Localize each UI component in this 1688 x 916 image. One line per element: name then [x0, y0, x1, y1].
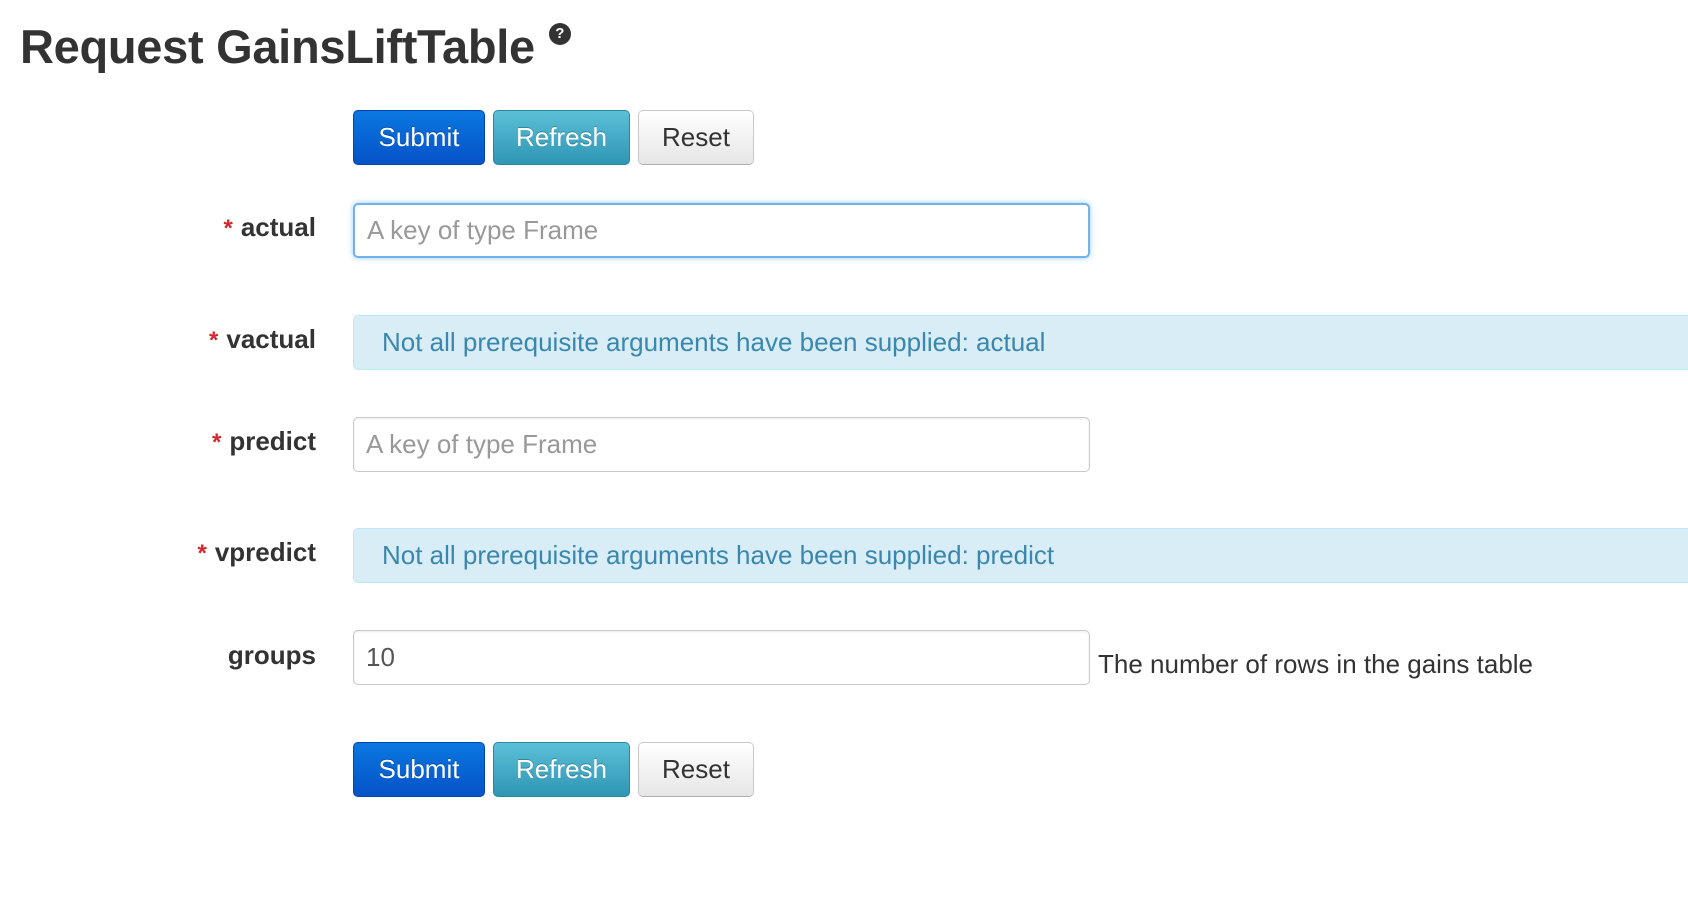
actual-label: * actual	[224, 212, 317, 244]
actual-input[interactable]	[353, 203, 1090, 258]
groups-label-text: groups	[227, 640, 316, 670]
groups-label: groups	[228, 640, 316, 670]
submit-button-top[interactable]: Submit	[353, 110, 485, 165]
groups-input[interactable]	[353, 630, 1090, 685]
vpredict-label: * vpredict	[198, 537, 317, 569]
required-star: *	[209, 327, 219, 354]
page-title: Request GainsLiftTable	[20, 20, 535, 73]
required-star: *	[223, 215, 233, 242]
vpredict-prerequisite-alert: Not all prerequisite arguments have been…	[353, 528, 1688, 583]
predict-label-text: predict	[229, 426, 316, 456]
vactual-label-text: vactual	[226, 324, 316, 354]
vactual-label: * vactual	[209, 324, 316, 356]
vactual-prerequisite-alert: Not all prerequisite arguments have been…	[353, 315, 1688, 370]
required-star: *	[197, 540, 207, 567]
groups-help-text: The number of rows in the gains table	[1098, 649, 1534, 679]
reset-button-top[interactable]: Reset	[638, 110, 754, 165]
vactual-alert-text: Not all prerequisite arguments have been…	[382, 327, 1046, 357]
predict-input[interactable]	[353, 417, 1090, 472]
request-page: Request GainsLiftTable ? Submit Refresh …	[0, 0, 1688, 916]
vpredict-alert-text: Not all prerequisite arguments have been…	[382, 540, 1055, 570]
question-circle-icon[interactable]: ?	[548, 23, 571, 45]
predict-label: * predict	[212, 426, 316, 458]
actual-label-text: actual	[240, 212, 316, 242]
refresh-button-top[interactable]: Refresh	[493, 110, 630, 165]
reset-button-bottom[interactable]: Reset	[638, 742, 754, 797]
bottom-button-row: Submit Refresh Reset	[353, 742, 754, 797]
required-star: *	[211, 429, 222, 456]
submit-button-bottom[interactable]: Submit	[353, 742, 485, 797]
top-button-row: Submit Refresh Reset	[353, 110, 754, 165]
title-row: Request GainsLiftTable ?	[20, 14, 571, 80]
vpredict-label-text: vpredict	[214, 537, 316, 567]
refresh-button-bottom[interactable]: Refresh	[493, 742, 630, 797]
